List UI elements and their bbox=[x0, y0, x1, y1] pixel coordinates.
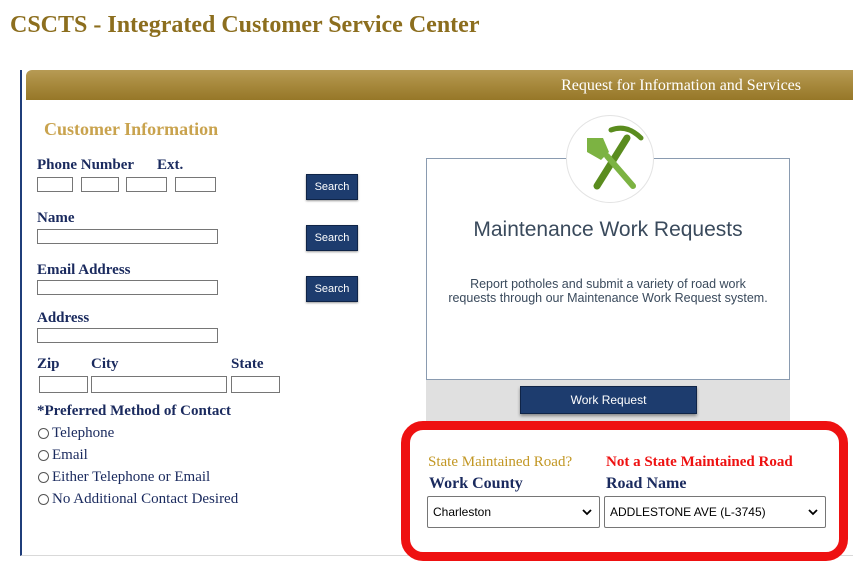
zip-input[interactable] bbox=[39, 376, 88, 393]
state-label: State bbox=[231, 356, 264, 372]
phone-search-button[interactable]: Search bbox=[306, 174, 358, 200]
app-title: CSCTS - Integrated Customer Service Cent… bbox=[10, 12, 480, 38]
city-label: City bbox=[91, 356, 119, 372]
email-input[interactable] bbox=[37, 280, 218, 295]
contact-option-email[interactable]: Email bbox=[38, 447, 88, 464]
state-input[interactable] bbox=[231, 376, 280, 393]
contact-option-label: Email bbox=[52, 447, 88, 463]
contact-option-label: Telephone bbox=[52, 425, 115, 441]
contact-option-none[interactable]: No Additional Contact Desired bbox=[38, 491, 238, 508]
banner-title: Request for Information and Services bbox=[561, 77, 801, 94]
phone-ext-input[interactable] bbox=[175, 177, 216, 192]
address-input[interactable] bbox=[37, 328, 218, 343]
address-label: Address bbox=[37, 310, 90, 326]
radio-icon[interactable] bbox=[38, 450, 49, 461]
city-input[interactable] bbox=[91, 376, 227, 393]
road-name-select[interactable]: ADDLESTONE AVE (L-3745) bbox=[604, 496, 826, 528]
radio-icon[interactable] bbox=[38, 428, 49, 439]
email-address-label: Email Address bbox=[37, 262, 131, 278]
work-county-label: Work County bbox=[429, 475, 523, 492]
phone-line-number-input[interactable] bbox=[126, 177, 167, 192]
name-search-button[interactable]: Search bbox=[306, 225, 358, 251]
road-status-label: Not a State Maintained Road bbox=[606, 454, 793, 470]
phone-number-label: Phone Number bbox=[37, 157, 135, 173]
state-maintained-question: State Maintained Road? bbox=[428, 454, 573, 470]
contact-option-telephone[interactable]: Telephone bbox=[38, 425, 114, 442]
name-input[interactable] bbox=[37, 229, 218, 244]
road-name-label: Road Name bbox=[606, 475, 687, 492]
contact-option-label: No Additional Contact Desired bbox=[52, 491, 239, 507]
contact-option-label: Either Telephone or Email bbox=[52, 469, 211, 485]
contact-option-either[interactable]: Either Telephone or Email bbox=[38, 469, 210, 486]
radio-icon[interactable] bbox=[38, 472, 49, 483]
work-county-value: Charleston bbox=[433, 505, 492, 519]
road-name-value: ADDLESTONE AVE (L-3745) bbox=[610, 505, 766, 519]
contact-method-title: *Preferred Method of Contact bbox=[37, 403, 231, 419]
phone-area-code-input[interactable] bbox=[37, 177, 73, 192]
radio-icon[interactable] bbox=[38, 494, 49, 505]
name-label: Name bbox=[37, 210, 75, 226]
chevron-down-icon bbox=[808, 509, 818, 516]
work-request-button[interactable]: Work Request bbox=[520, 386, 697, 414]
banner: Request for Information and Services bbox=[26, 70, 853, 100]
email-search-button[interactable]: Search bbox=[306, 276, 358, 302]
ext-label: Ext. bbox=[157, 157, 184, 173]
work-county-select[interactable]: Charleston bbox=[427, 496, 600, 528]
chevron-down-icon bbox=[582, 509, 592, 516]
shovel-pickaxe-icon bbox=[566, 115, 654, 203]
zip-label: Zip bbox=[37, 356, 60, 372]
customer-info-title: Customer Information bbox=[44, 119, 219, 139]
card-description: Report potholes and submit a variety of … bbox=[448, 277, 768, 305]
phone-prefix-input[interactable] bbox=[81, 177, 119, 192]
card-title: Maintenance Work Requests bbox=[473, 218, 743, 241]
